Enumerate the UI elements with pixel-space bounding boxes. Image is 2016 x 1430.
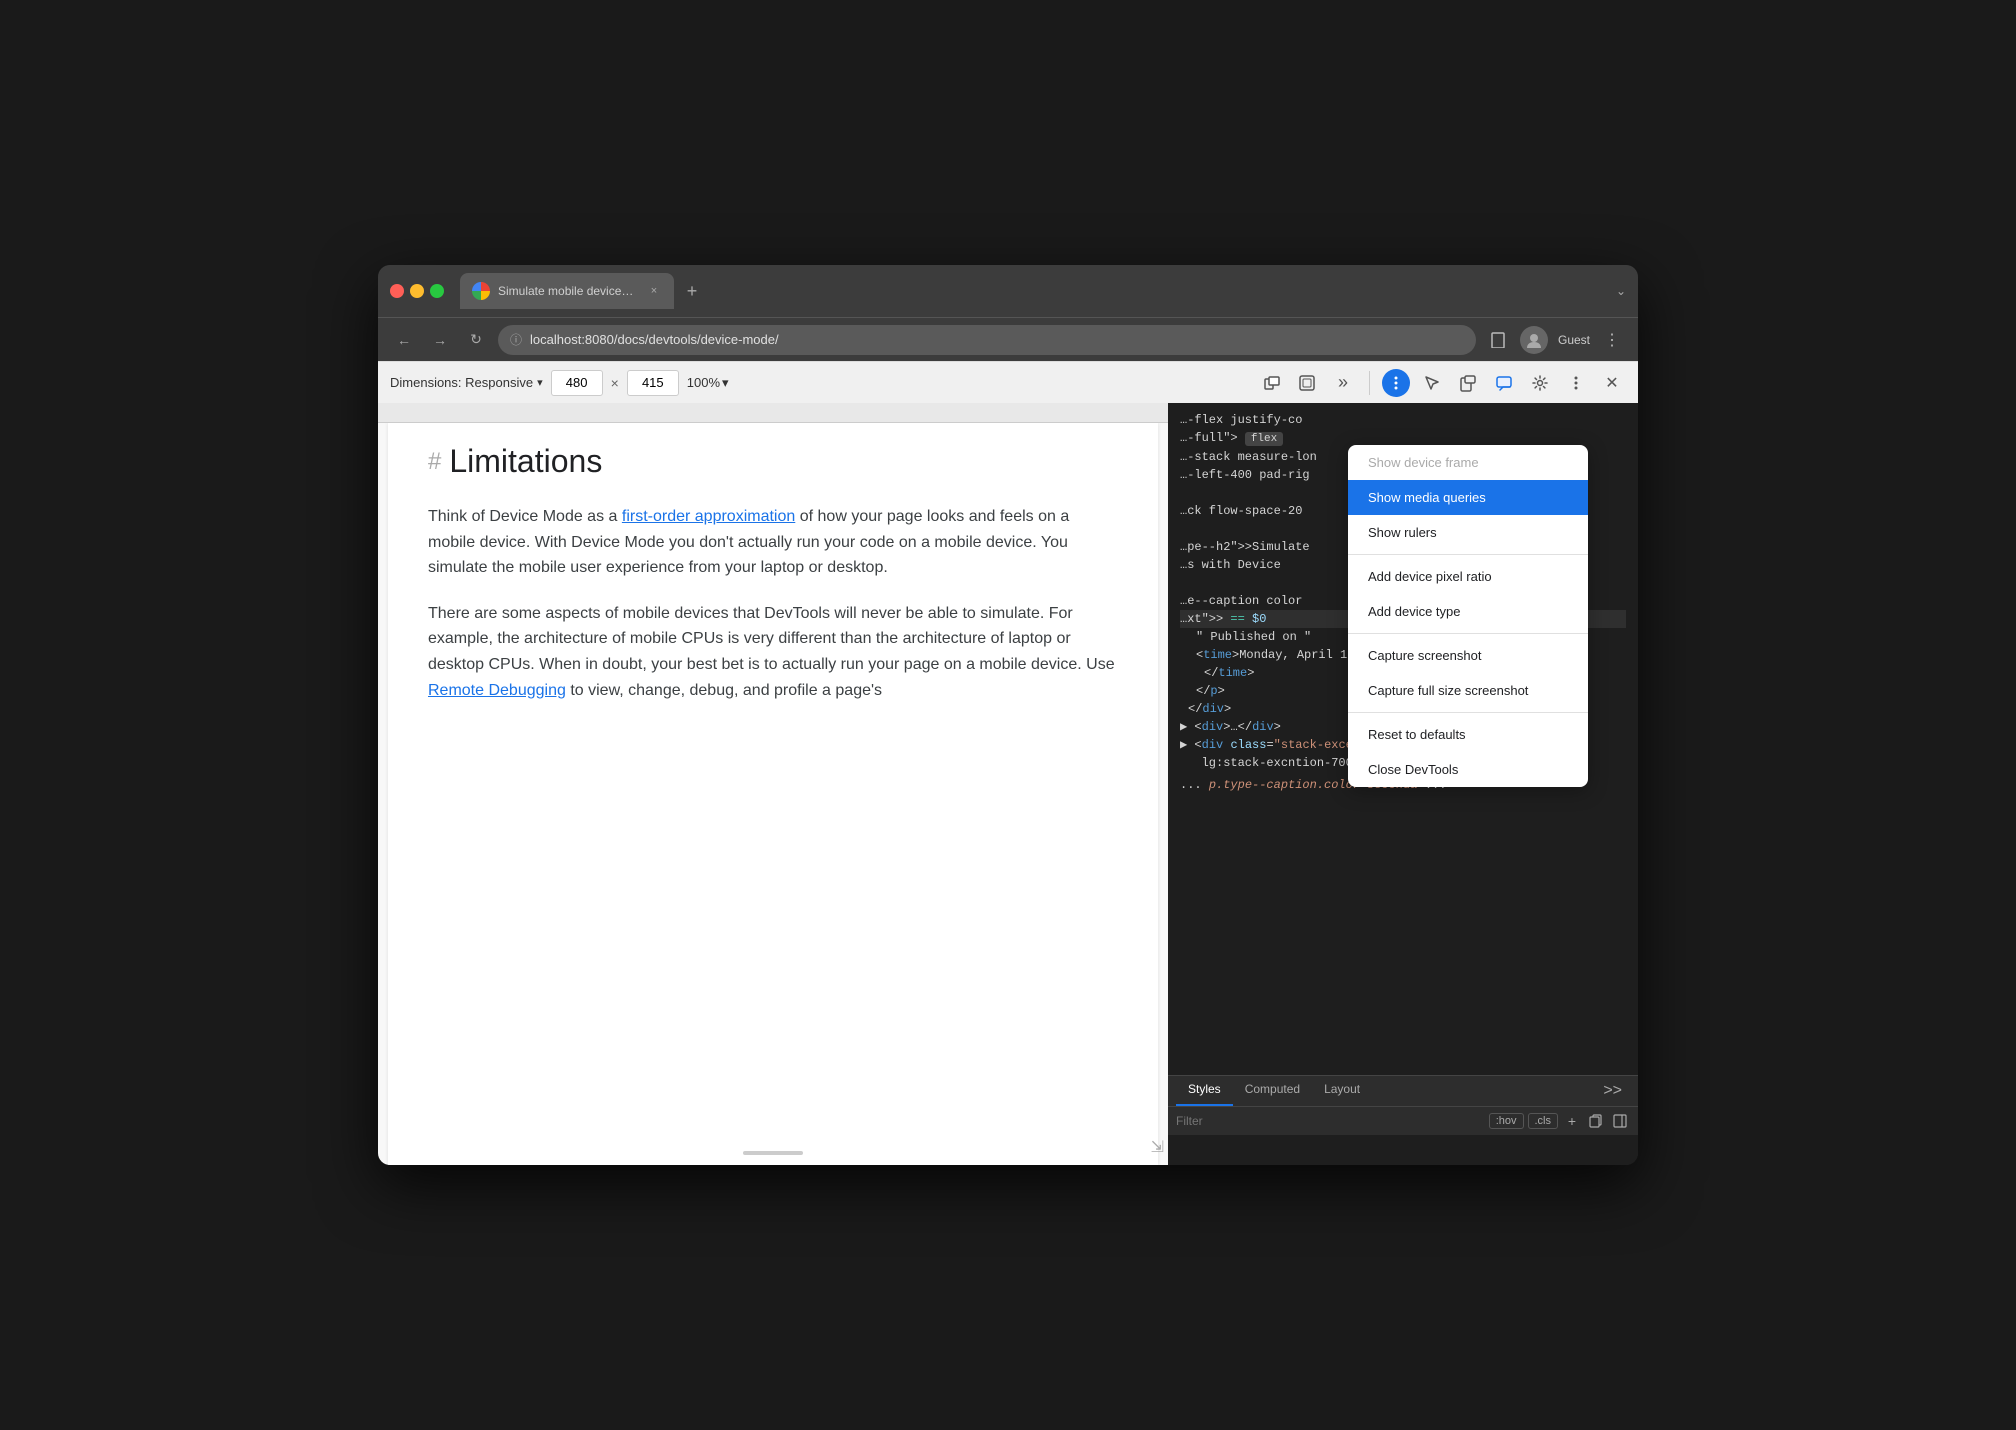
dimension-separator: × <box>611 375 619 391</box>
dimensions-arrow: ▾ <box>537 376 543 389</box>
close-devtools-button[interactable]: ✕ <box>1598 369 1626 397</box>
first-order-link[interactable]: first-order approximation <box>622 508 795 525</box>
copy-style[interactable] <box>1586 1111 1606 1131</box>
toolbar-right: Guest ⋮ <box>1484 326 1626 354</box>
zoom-selector[interactable]: 100% ▾ <box>687 375 729 391</box>
menu-divider-3 <box>1348 712 1588 713</box>
inspect-button[interactable] <box>1418 369 1446 397</box>
paragraph-2: There are some aspects of mobile devices… <box>428 601 1118 703</box>
filter-input[interactable] <box>1176 1114 1481 1128</box>
dropdown-menu: Show device frame Show media queries Sho… <box>1348 445 1588 787</box>
styles-panel: Styles Computed Layout >> :hov .cls <box>1168 1075 1638 1165</box>
add-style-rule[interactable]: + <box>1562 1111 1582 1131</box>
devtools-toolbar: Dimensions: Responsive ▾ × 100% ▾ » <box>378 361 1638 403</box>
menu-item-add-device-type[interactable]: Add device type <box>1348 594 1588 629</box>
chat-button[interactable] <box>1490 369 1518 397</box>
width-input[interactable] <box>551 370 603 396</box>
menu-item-show-media-queries[interactable]: Show media queries <box>1348 480 1588 515</box>
page-content: # Limitations Think of Device Mode as a … <box>388 423 1158 1165</box>
title-bar: Simulate mobile devices with D × + ⌄ <box>378 265 1638 317</box>
tab-styles[interactable]: Styles <box>1176 1076 1233 1106</box>
page-area: # Limitations Think of Device Mode as a … <box>378 403 1168 1165</box>
code-line: …-flex justify-co <box>1180 411 1626 429</box>
device-toggle-button[interactable] <box>1454 369 1482 397</box>
page-heading: # Limitations <box>428 443 1118 480</box>
heading-hash: # <box>428 448 441 476</box>
more-options-button[interactable] <box>1382 369 1410 397</box>
browser-window: Simulate mobile devices with D × + ⌄ ← →… <box>378 265 1638 1165</box>
new-tab-button[interactable]: + <box>678 277 706 305</box>
dimensions-selector[interactable]: Dimensions: Responsive ▾ <box>390 375 543 390</box>
url-bar[interactable]: ⓘ localhost:8080/docs/devtools/device-mo… <box>498 325 1476 355</box>
divider <box>1369 371 1370 395</box>
rotate-button[interactable] <box>1257 369 1285 397</box>
tab-bar-overflow[interactable]: ⌄ <box>1616 284 1626 298</box>
lock-icon: ⓘ <box>510 331 522 348</box>
forward-button[interactable]: → <box>426 326 454 354</box>
menu-item-close-devtools[interactable]: Close DevTools <box>1348 752 1588 787</box>
tab-layout[interactable]: Layout <box>1312 1076 1372 1106</box>
overflow-button[interactable]: » <box>1329 369 1357 397</box>
styles-tabs-overflow[interactable]: >> <box>1595 1076 1630 1106</box>
main-content: # Limitations Think of Device Mode as a … <box>378 403 1638 1165</box>
tab-bar: Simulate mobile devices with D × + ⌄ <box>460 273 1626 309</box>
filter-bar: :hov .cls + <box>1168 1107 1638 1135</box>
height-input[interactable] <box>627 370 679 396</box>
menu-item-reset-to-defaults[interactable]: Reset to defaults <box>1348 717 1588 752</box>
chrome-icon <box>472 282 490 300</box>
back-button[interactable]: ← <box>390 326 418 354</box>
menu-item-capture-full-size-screenshot[interactable]: Capture full size screenshot <box>1348 673 1588 708</box>
menu-divider-2 <box>1348 633 1588 634</box>
account-label: Guest <box>1558 333 1590 347</box>
remote-debugging-link[interactable]: Remote Debugging <box>428 682 566 699</box>
tab-title: Simulate mobile devices with D <box>498 284 638 298</box>
zoom-fit-button[interactable] <box>1293 369 1321 397</box>
chrome-menu-button[interactable]: ⋮ <box>1598 326 1626 354</box>
cls-filter[interactable]: .cls <box>1528 1113 1559 1129</box>
paragraph-1: Think of Device Mode as a first-order ap… <box>428 504 1118 581</box>
kebab-menu-button[interactable] <box>1562 369 1590 397</box>
bookmark-button[interactable] <box>1484 326 1512 354</box>
tab-computed[interactable]: Computed <box>1233 1076 1312 1106</box>
close-button[interactable] <box>390 284 404 298</box>
menu-item-show-rulers[interactable]: Show rulers <box>1348 515 1588 550</box>
maximize-button[interactable] <box>430 284 444 298</box>
hov-filter[interactable]: :hov <box>1489 1113 1524 1129</box>
heading-text: Limitations <box>449 443 602 480</box>
address-bar: ← → ↻ ⓘ localhost:8080/docs/devtools/dev… <box>378 317 1638 361</box>
zoom-value: 100% <box>687 375 720 390</box>
filter-badges: :hov .cls + <box>1489 1111 1630 1131</box>
menu-item-show-device-frame[interactable]: Show device frame <box>1348 445 1588 480</box>
menu-item-capture-screenshot[interactable]: Capture screenshot <box>1348 638 1588 673</box>
scroll-indicator <box>743 1151 803 1155</box>
traffic-lights <box>390 284 444 298</box>
refresh-button[interactable]: ↻ <box>462 326 490 354</box>
styles-tabs: Styles Computed Layout >> <box>1168 1076 1638 1107</box>
account-button[interactable] <box>1520 326 1548 354</box>
settings-button[interactable] <box>1526 369 1554 397</box>
ruler <box>378 403 1168 423</box>
tab-close-icon[interactable]: × <box>646 283 662 299</box>
menu-divider-1 <box>1348 554 1588 555</box>
minimize-button[interactable] <box>410 284 424 298</box>
zoom-arrow: ▾ <box>722 375 729 391</box>
toggle-sidebar[interactable] <box>1610 1111 1630 1131</box>
menu-item-add-device-pixel-ratio[interactable]: Add device pixel ratio <box>1348 559 1588 594</box>
resize-handle[interactable]: ⇲ <box>1151 1137 1164 1157</box>
url-text: localhost:8080/docs/devtools/device-mode… <box>530 332 779 347</box>
active-tab[interactable]: Simulate mobile devices with D × <box>460 273 674 309</box>
dimensions-label: Dimensions: Responsive <box>390 375 533 390</box>
